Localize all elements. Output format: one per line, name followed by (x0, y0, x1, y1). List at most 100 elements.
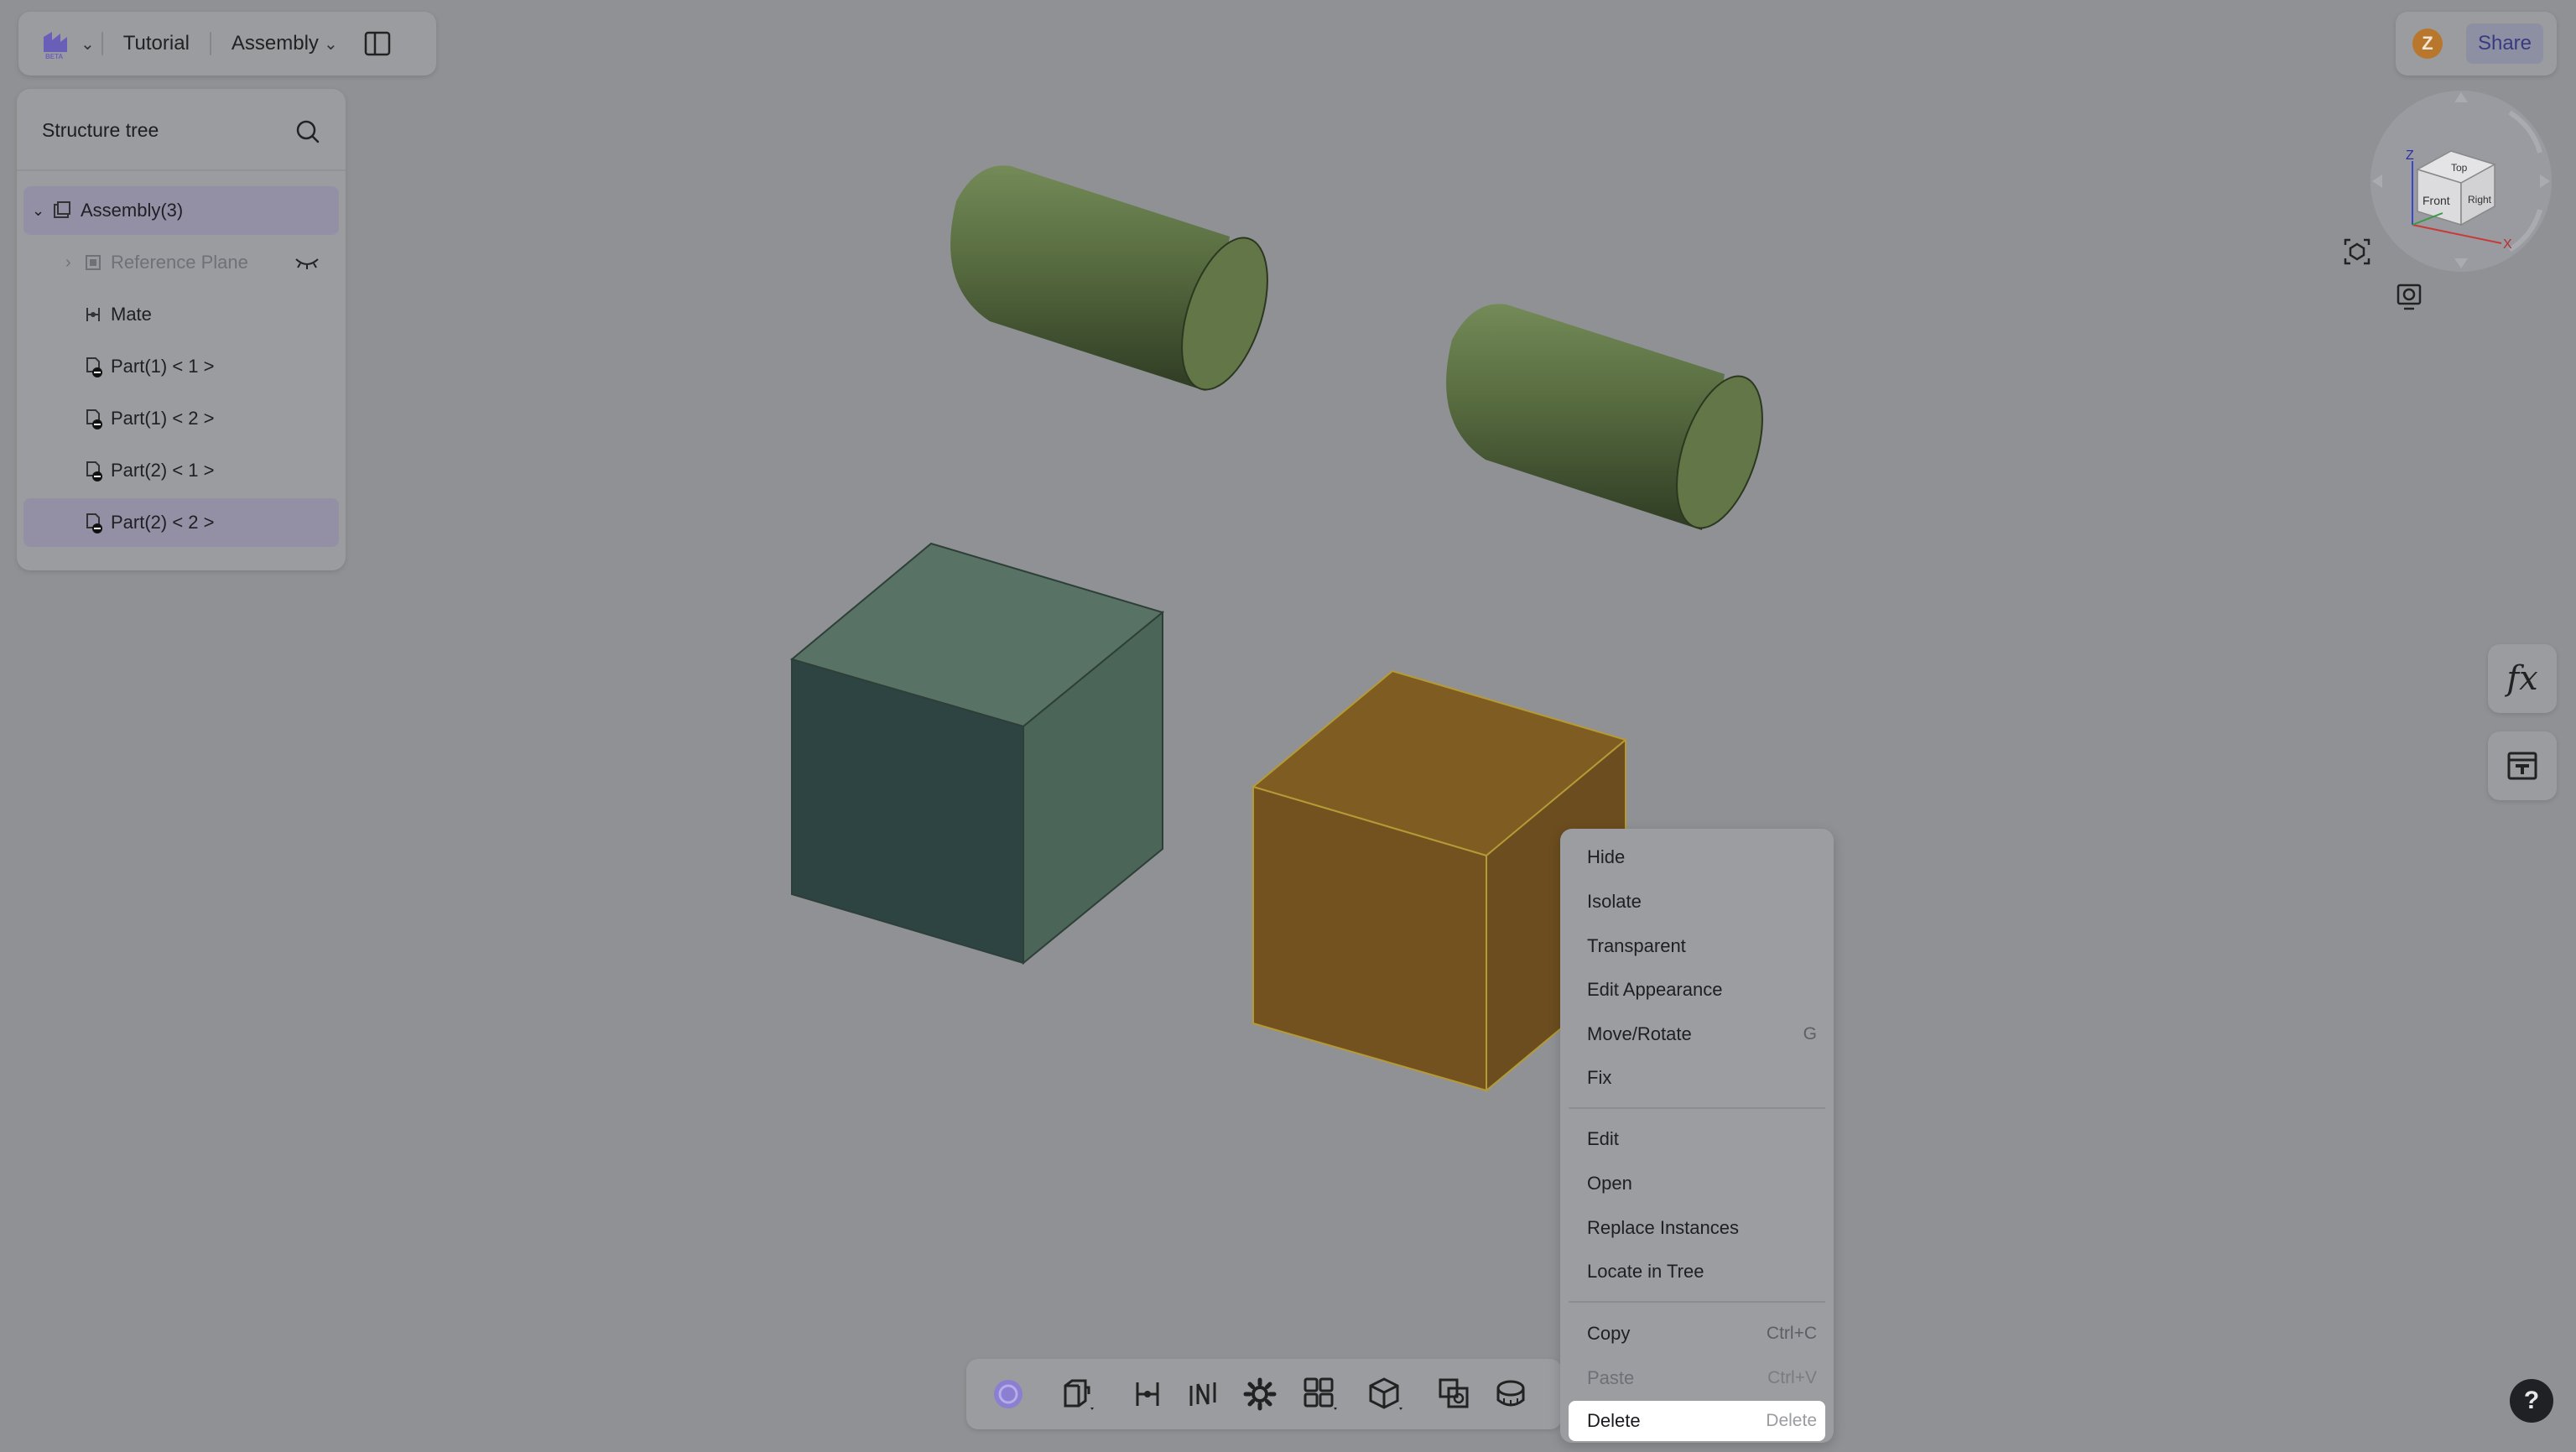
tree-item-label: Part(1) < 1 > (111, 356, 215, 377)
panel-title: Structure tree (42, 119, 159, 141)
app-logo-icon: BETA (44, 32, 67, 60)
cylinder-part-2[interactable] (1446, 304, 1779, 539)
pattern-tool-button[interactable] (1300, 1374, 1340, 1414)
explode-tool-button[interactable] (1366, 1374, 1406, 1414)
menu-item-delete[interactable]: Delete Delete (1569, 1401, 1825, 1441)
menu-item-label: Paste (1587, 1367, 1635, 1388)
chevron-right-icon[interactable]: › (65, 253, 71, 273)
tree-item-part[interactable]: Part(2) < 1 > (23, 446, 339, 495)
tree-item-reference-plane[interactable]: › Reference Plane (23, 238, 339, 287)
select-tool-button[interactable] (988, 1374, 1028, 1414)
menu-item-copy[interactable]: Copy Ctrl+C (1569, 1314, 1825, 1354)
view-top-label: Top (2451, 162, 2468, 174)
properties-button[interactable] (2488, 731, 2557, 800)
menu-item-label: Transparent (1587, 935, 1686, 956)
tree-item-part[interactable]: Part(1) < 1 > (23, 342, 339, 391)
shortcut-label: Ctrl+V (1767, 1368, 1817, 1387)
mechanism-tool-button[interactable] (1183, 1374, 1223, 1414)
shortcut-label: Delete (1766, 1411, 1817, 1430)
insert-part-icon (1064, 1379, 1094, 1410)
tree-item-mate[interactable]: Mate (23, 290, 339, 339)
menu-item-label: Edit Appearance (1587, 979, 1723, 1000)
menu-item-label: Locate in Tree (1587, 1261, 1704, 1282)
menu-item-open[interactable]: Open (1569, 1163, 1825, 1204)
settings-tool-button[interactable] (1240, 1374, 1280, 1414)
view-right-label: Right (2468, 194, 2492, 206)
divider (209, 32, 211, 55)
tree-item-label: Part(1) < 2 > (111, 408, 215, 429)
share-button[interactable]: Share (2466, 23, 2543, 64)
view-navigation-cube[interactable]: Top Front Right Z X (2367, 87, 2555, 275)
search-icon (296, 120, 320, 143)
measure-tool-button[interactable] (1491, 1374, 1532, 1414)
tree-item-assembly[interactable]: ⌄ Assembly(3) (23, 186, 339, 235)
tree-search-button[interactable] (294, 117, 322, 150)
cylinder-part-1[interactable] (950, 165, 1284, 400)
tree-item-label: Part(2) < 1 > (111, 460, 215, 481)
insert-part-button[interactable] (1059, 1374, 1099, 1414)
menu-item-locate-in-tree[interactable]: Locate in Tree (1569, 1252, 1825, 1292)
app-menu[interactable]: BETA ⌄ (18, 12, 95, 75)
menu-item-label: Fix (1587, 1067, 1612, 1088)
avatar[interactable]: Z (2412, 29, 2443, 59)
menu-item-label: Hide (1587, 846, 1626, 867)
toggle-panel-button[interactable] (363, 29, 392, 58)
menu-item-hide[interactable]: Hide (1569, 837, 1825, 877)
menu-item-replace-instances[interactable]: Replace Instances (1569, 1208, 1825, 1248)
document-selector[interactable]: Assembly ⌄ (218, 32, 338, 55)
menu-item-label: Move/Rotate (1587, 1023, 1692, 1044)
menu-item-label: Isolate (1587, 891, 1642, 912)
menu-divider (1569, 1107, 1825, 1109)
menu-item-paste: Paste Ctrl+V (1569, 1358, 1825, 1398)
select-mode-icon (994, 1380, 1023, 1408)
viewport-3d[interactable] (0, 0, 2576, 1452)
part-fixed-icon (86, 513, 102, 533)
part-fixed-icon (86, 461, 102, 481)
formula-button[interactable]: fx (2488, 644, 2557, 713)
mate-tool-button[interactable] (1127, 1374, 1168, 1414)
tree-item-label: Reference Plane (111, 252, 248, 273)
parallel-mate-icon (1189, 1382, 1216, 1406)
menu-item-edit[interactable]: Edit (1569, 1119, 1825, 1159)
bottom-toolbar (966, 1359, 1562, 1429)
beta-badge: BETA (45, 53, 63, 60)
fit-view-button[interactable] (2342, 237, 2372, 271)
part-fixed-icon (86, 409, 102, 429)
mate-icon (86, 308, 100, 321)
document-name: Assembly (231, 32, 319, 55)
menu-item-isolate[interactable]: Isolate (1569, 882, 1825, 922)
top-bar: BETA ⌄ Tutorial Assembly ⌄ (18, 12, 436, 75)
menu-item-label: Open (1587, 1173, 1632, 1194)
menu-item-transparent[interactable]: Transparent (1569, 926, 1825, 966)
chevron-down-icon[interactable]: ⌄ (32, 202, 44, 220)
tape-measure-icon (1496, 1380, 1525, 1407)
menu-item-edit-appearance[interactable]: Edit Appearance (1569, 970, 1825, 1010)
tree-item-part[interactable]: Part(2) < 2 > (23, 498, 339, 547)
pattern-icon (1304, 1377, 1337, 1410)
mate-icon (1136, 1382, 1159, 1406)
camera-fit-icon (2344, 238, 2370, 265)
part-fixed-icon (86, 357, 102, 377)
projection-icon (2396, 284, 2422, 310)
project-name[interactable]: Tutorial (110, 32, 203, 55)
view-settings-button[interactable] (2394, 282, 2424, 316)
tree-item-label: Part(2) < 2 > (111, 512, 215, 533)
panel-layout-icon (364, 31, 390, 56)
tree-item-part[interactable]: Part(1) < 2 > (23, 394, 339, 443)
divider (101, 32, 103, 55)
menu-divider (1569, 1301, 1825, 1303)
menu-item-move-rotate[interactable]: Move/Rotate G (1569, 1014, 1825, 1054)
help-button[interactable]: ? (2510, 1379, 2553, 1423)
menu-item-fix[interactable]: Fix (1569, 1058, 1825, 1098)
axis-x-label: X (2503, 237, 2512, 252)
cube-part-1[interactable] (789, 542, 1165, 965)
axis-z-label: Z (2406, 148, 2414, 163)
menu-item-label: Edit (1587, 1128, 1619, 1149)
cube-view-icon (1369, 1377, 1402, 1410)
menu-item-label: Copy (1587, 1323, 1631, 1344)
function-icon: fx (2506, 659, 2538, 698)
structure-tree-panel: Structure tree ⌄ Assembly(3) › Reference… (17, 89, 346, 570)
eye-closed-icon[interactable] (294, 254, 320, 271)
inspect-tool-button[interactable] (1434, 1374, 1475, 1414)
menu-item-label: Replace Instances (1587, 1217, 1739, 1238)
